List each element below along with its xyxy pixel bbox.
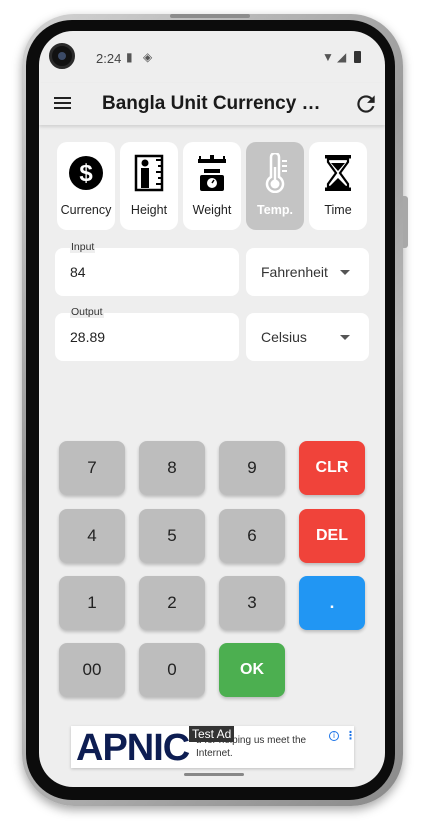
key-9[interactable]: 9: [219, 441, 285, 495]
input-unit: Fahrenheit: [261, 264, 328, 280]
key-6[interactable]: 6: [219, 509, 285, 563]
output-field: 28.89: [55, 313, 239, 361]
dropdown-arrow-icon: [340, 335, 350, 340]
category-label: Time: [324, 203, 352, 217]
ad-logo: APNIC: [76, 727, 190, 768]
ok-button[interactable]: OK: [219, 643, 285, 697]
app-title: Bangla Unit Currency C...: [102, 93, 324, 114]
ad-banner[interactable]: APNIC u for helping us meet the Internet…: [71, 726, 354, 768]
svg-text:$: $: [79, 160, 93, 187]
phone-side-button: [403, 196, 408, 248]
category-weight[interactable]: Weight: [183, 142, 241, 230]
clear-button[interactable]: CLR: [299, 441, 365, 495]
status-bar: 2:24 ▮ ◈ ▼ ◢: [39, 31, 385, 83]
wifi-icon: ▼: [322, 50, 334, 64]
input-label: Input: [70, 241, 96, 253]
output-unit-dropdown[interactable]: Celsius: [246, 313, 369, 361]
key-7[interactable]: 7: [59, 441, 125, 495]
thermometer-icon: [265, 153, 287, 193]
key-00[interactable]: 00: [59, 643, 125, 697]
data-saver-icon: ◈: [143, 50, 153, 64]
sim-card-icon: ▮: [126, 50, 133, 64]
height-ruler-icon: [134, 154, 164, 192]
signal-icon: ◢: [337, 50, 347, 64]
key-0[interactable]: 0: [139, 643, 205, 697]
key-1[interactable]: 1: [59, 576, 125, 630]
weighing-scale-icon: [198, 155, 226, 191]
hourglass-icon: [325, 155, 351, 191]
category-height[interactable]: Height: [120, 142, 178, 230]
category-time[interactable]: Time: [309, 142, 367, 230]
ad-more-icon[interactable]: ⋮: [345, 730, 354, 742]
output-unit: Celsius: [261, 329, 307, 345]
input-value: 84: [70, 264, 86, 280]
key-2[interactable]: 2: [139, 576, 205, 630]
ad-info-icon[interactable]: i: [329, 731, 339, 741]
dropdown-arrow-icon: [340, 270, 350, 275]
output-value: 28.89: [70, 329, 106, 345]
category-label: Height: [130, 203, 168, 217]
output-label: Output: [70, 306, 104, 318]
front-camera: [49, 43, 75, 69]
app-screen: 2:24 ▮ ◈ ▼ ◢ Bangla Unit Currency C... $…: [39, 31, 385, 787]
refresh-icon[interactable]: [353, 91, 379, 117]
category-row: $ Currency Height Weight Temp. Time: [57, 142, 369, 230]
input-field[interactable]: 84: [55, 248, 239, 296]
delete-button[interactable]: DEL: [299, 509, 365, 563]
status-time: 2:24: [96, 51, 122, 66]
dollar-circle-icon: $: [69, 156, 103, 190]
battery-icon: [354, 51, 361, 63]
key-4[interactable]: 4: [59, 509, 125, 563]
decimal-point-button[interactable]: .: [299, 576, 365, 630]
key-5[interactable]: 5: [139, 509, 205, 563]
category-temperature[interactable]: Temp.: [246, 142, 304, 230]
key-3[interactable]: 3: [219, 576, 285, 630]
app-bar: Bangla Unit Currency C...: [39, 83, 385, 125]
menu-icon[interactable]: [53, 94, 75, 114]
category-label: Temp.: [257, 203, 293, 217]
gesture-nav-handle[interactable]: [184, 773, 244, 776]
key-8[interactable]: 8: [139, 441, 205, 495]
phone-top-edge: [170, 14, 250, 18]
category-currency[interactable]: $ Currency: [57, 142, 115, 230]
category-label: Currency: [60, 203, 112, 217]
test-ad-badge: Test Ad: [189, 726, 235, 742]
input-unit-dropdown[interactable]: Fahrenheit: [246, 248, 369, 296]
category-label: Weight: [192, 203, 232, 217]
